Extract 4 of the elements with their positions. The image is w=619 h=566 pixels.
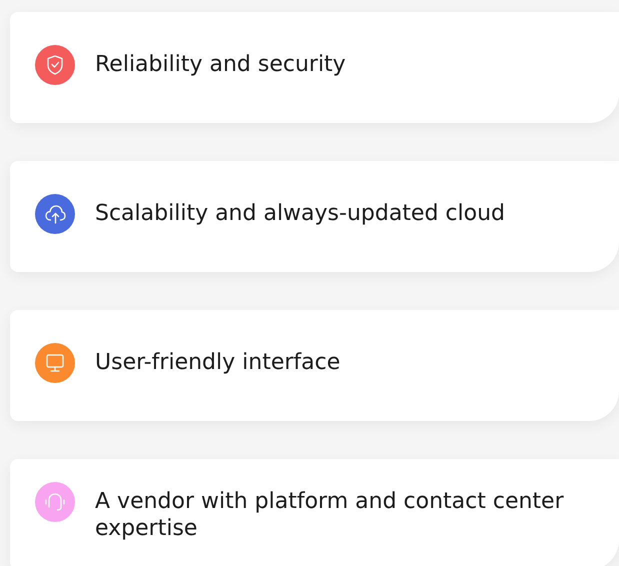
- feature-label: Scalability and always-updated cloud: [95, 200, 505, 226]
- feature-label: User-friendly interface: [95, 348, 340, 376]
- feature-label: A vendor with platform and contact center expertise: [95, 488, 565, 542]
- feature-label: Reliability and security: [95, 50, 346, 78]
